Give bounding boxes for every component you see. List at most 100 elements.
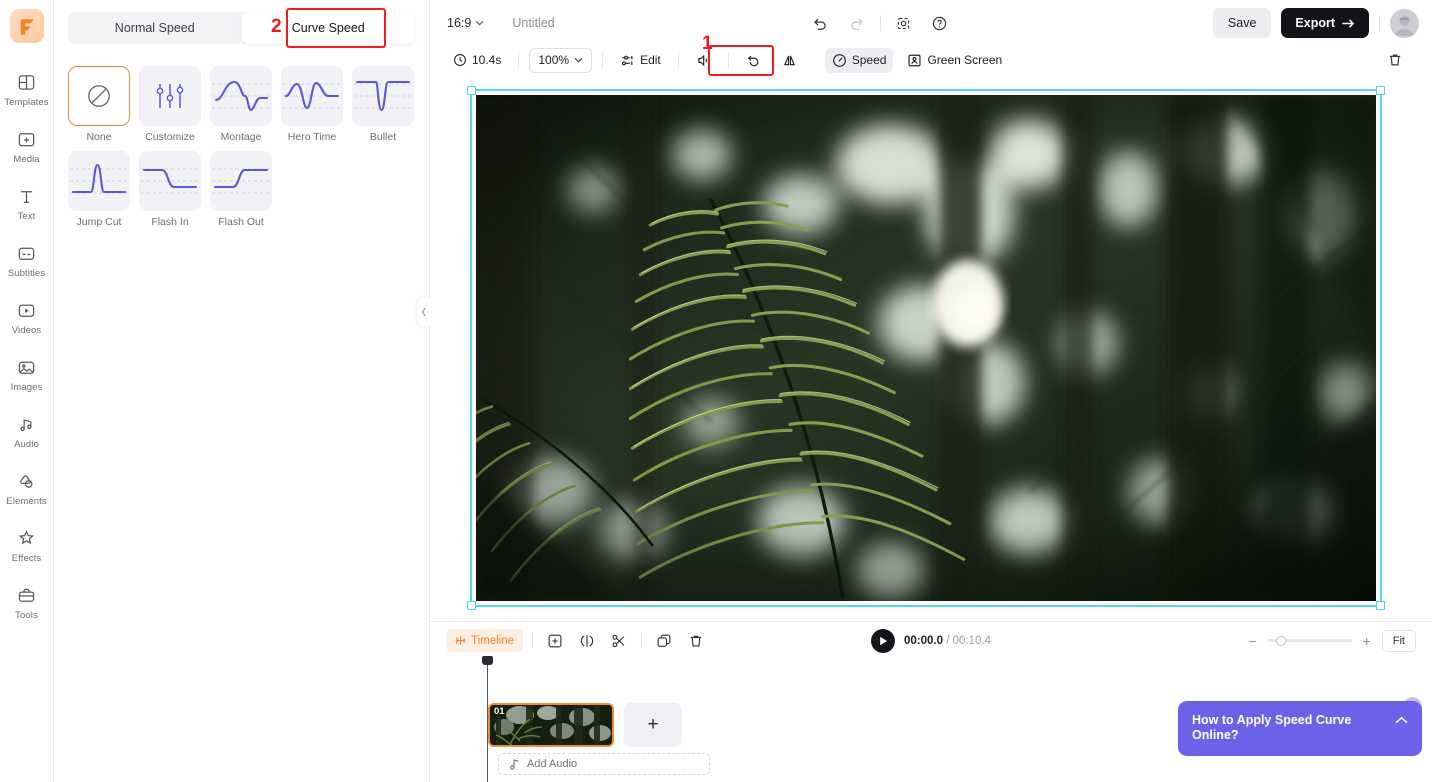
preset-flash-in[interactable]: Flash In [139, 151, 201, 228]
delete-clip-button[interactable] [1380, 48, 1410, 73]
project-title[interactable]: Untitled [512, 16, 554, 30]
zoom-slider-knob[interactable] [1275, 635, 1286, 646]
chevron-down-icon [574, 57, 583, 63]
zoom-in-button[interactable]: + [1361, 633, 1373, 649]
preset-thumb [210, 66, 272, 126]
add-clip-button[interactable]: + [624, 703, 682, 747]
sidebar-item-label: Elements [6, 495, 47, 507]
sidebar-item-text[interactable]: Text [0, 175, 54, 232]
undo-button[interactable] [808, 10, 834, 36]
jump-cut-curve-icon [70, 163, 128, 194]
resize-handle-top-right[interactable] [1376, 85, 1385, 95]
resize-handle-bottom-right[interactable] [1376, 600, 1385, 610]
current-time: 00:00.0 [904, 634, 944, 647]
sidebar-item-videos[interactable]: Videos [0, 289, 54, 346]
adjust-sliders-icon [622, 55, 633, 65]
divider [641, 633, 643, 648]
tab-label: Curve Speed [291, 21, 365, 35]
aspect-ratio-selector[interactable]: 16:9 [447, 16, 484, 30]
help-button[interactable] [927, 10, 953, 36]
duplicate-icon [657, 634, 671, 647]
chevron-up-icon[interactable] [1395, 716, 1408, 725]
tab-curve-speed[interactable]: Curve Speed [241, 12, 415, 44]
zoom-out-button[interactable]: − [1247, 633, 1259, 649]
sidebar-item-media[interactable]: Media [0, 118, 54, 175]
preset-montage[interactable]: Montage [210, 66, 272, 143]
edit-button[interactable]: Edit [613, 48, 668, 73]
user-avatar-icon [1390, 8, 1419, 38]
aspect-ratio-value: 16:9 [447, 16, 472, 30]
clip-duration[interactable]: 10.4s [446, 48, 508, 73]
zoom-level-selector[interactable]: 100% [529, 47, 593, 73]
sidebar-item-label: Text [17, 210, 36, 222]
tab-normal-speed[interactable]: Normal Speed [68, 12, 242, 44]
resize-handle-bottom-left[interactable] [467, 600, 476, 610]
sidebar-item-tools[interactable]: Tools [0, 574, 54, 631]
duplicate-button[interactable] [651, 628, 677, 654]
panel-collapse-handle[interactable] [417, 298, 430, 326]
sidebar-item-audio[interactable]: Audio [0, 403, 54, 460]
preview-canvas[interactable] [467, 85, 1385, 610]
rotate-button[interactable] [739, 48, 768, 73]
split-transition-icon [580, 634, 594, 647]
speed-button[interactable]: Speed [824, 47, 894, 73]
delete-button[interactable] [683, 628, 709, 654]
flexclip-editor: Templates Media Text Subtitles Videos Im… [0, 0, 1432, 782]
flip-horizontal-icon [783, 55, 795, 65]
sidebar-item-effects[interactable]: Effects [0, 517, 54, 574]
zoom-slider[interactable] [1267, 635, 1352, 646]
preset-flash-out[interactable]: Flash Out [210, 151, 272, 228]
sidebar-item-templates[interactable]: Templates [0, 61, 54, 118]
add-audio-track[interactable]: Add Audio [498, 753, 710, 775]
fit-button[interactable]: Fit [1381, 629, 1416, 652]
green-screen-person-icon [908, 54, 921, 66]
clip-number: 01 [494, 706, 505, 717]
sidebar-item-elements[interactable]: Elements [0, 460, 54, 517]
flash-in-curve-icon [141, 168, 199, 194]
preset-none[interactable]: None [68, 66, 130, 143]
toolbar-divider [879, 15, 881, 31]
tab-label: Normal Speed [114, 21, 195, 35]
app-logo[interactable] [9, 9, 44, 43]
add-media-button[interactable] [542, 628, 568, 654]
play-button[interactable] [871, 628, 895, 653]
cloud-sync-icon [898, 17, 910, 29]
redo-button[interactable] [844, 10, 870, 36]
elements-shapes-icon [16, 471, 38, 493]
flash-out-curve-icon [212, 168, 270, 194]
divider [532, 633, 534, 648]
split-button[interactable] [606, 628, 632, 654]
flip-button[interactable] [775, 48, 804, 73]
duration-value: 10.4s [472, 53, 502, 67]
clip-action-bar: 10.4s 100% Edit Speed Green Screen 1 [430, 34, 1432, 76]
scissors-icon [612, 634, 625, 647]
sidebar-item-images[interactable]: Images [0, 346, 54, 403]
preset-customize[interactable]: Customize [139, 66, 201, 143]
avatar[interactable] [1390, 8, 1419, 38]
zoom-value: 100% [538, 53, 570, 67]
preset-jump-cut[interactable]: Jump Cut [68, 151, 130, 228]
subtitles-icon [16, 243, 38, 265]
banner-title: How to Apply Speed Curve Online? [1192, 712, 1352, 743]
templates-icon [16, 72, 38, 94]
toolbar-divider-2 [1379, 15, 1380, 31]
redo-icon [851, 18, 864, 30]
save-button[interactable]: Save [1212, 8, 1272, 38]
export-button[interactable]: Export [1281, 8, 1369, 38]
green-screen-button[interactable]: Green Screen [900, 48, 1009, 73]
speed-label: Speed [851, 53, 887, 67]
preset-hero-time[interactable]: Hero Time [281, 66, 343, 143]
resize-handle-top-left[interactable] [467, 85, 476, 95]
promo-banner[interactable]: How to Apply Speed Curve Online? [1178, 700, 1422, 756]
transition-button[interactable] [574, 628, 600, 654]
divider [677, 52, 679, 68]
preset-bullet[interactable]: Bullet [352, 66, 414, 143]
audio-note-icon [16, 414, 38, 436]
sidebar-item-subtitles[interactable]: Subtitles [0, 232, 54, 289]
top-bar: 16:9 Untitled Save Export [430, 0, 1432, 46]
add-audio-label: Add Audio [527, 758, 578, 770]
autosave-button[interactable] [891, 10, 917, 36]
timeline-clip[interactable]: 01 [488, 703, 614, 747]
timeline-tag[interactable]: Timeline [446, 629, 524, 652]
timeline-icon [455, 636, 466, 645]
